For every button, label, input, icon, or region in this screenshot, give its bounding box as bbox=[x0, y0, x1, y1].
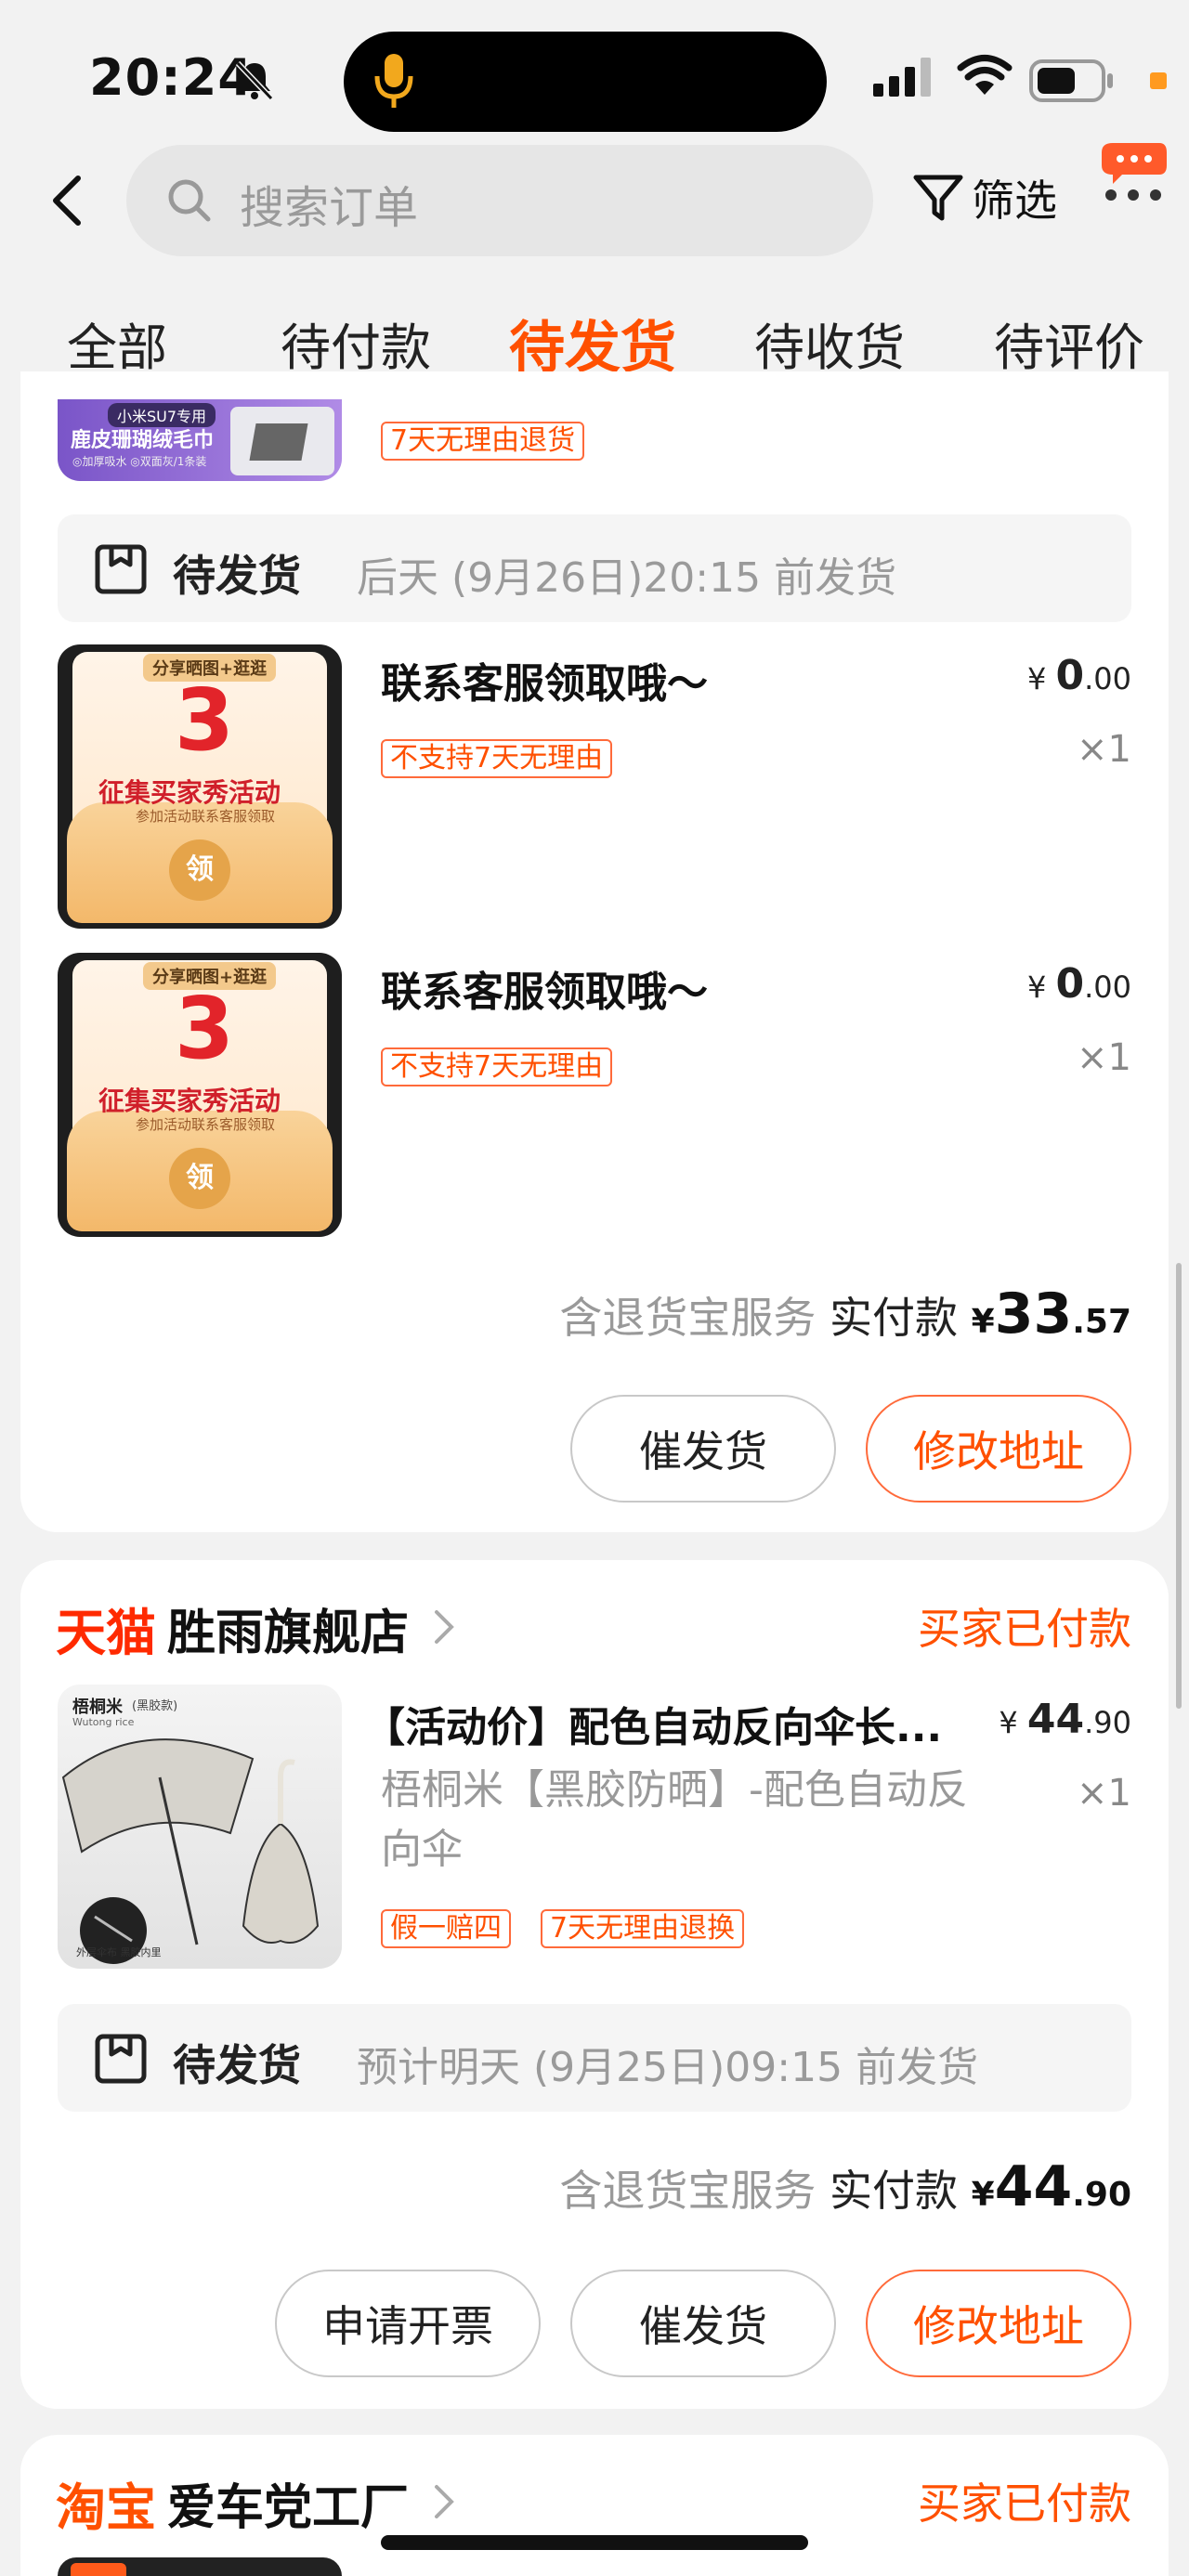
more-menu-icon[interactable] bbox=[1098, 139, 1169, 204]
coupon-number: 3 bbox=[175, 979, 235, 1078]
coupon-title: 征集买家秀活动 bbox=[98, 777, 281, 808]
no-return-tag: 不支持7天无理由 bbox=[381, 739, 613, 778]
shipping-status-row: 待发货 后天 (9月26日)20:15 前发货 bbox=[58, 514, 1131, 622]
coupon-title: 征集买家秀活动 bbox=[98, 1086, 281, 1116]
coupon-seal: 领 bbox=[169, 839, 230, 901]
tab-pending-review[interactable]: 待评价 bbox=[994, 306, 1144, 380]
thumb-variant: (黑胶款) bbox=[132, 1699, 178, 1713]
product-quantity: ×1 bbox=[1077, 728, 1131, 771]
privacy-indicator-dot bbox=[1150, 72, 1167, 89]
wifi-icon bbox=[957, 55, 1013, 95]
scrollbar[interactable] bbox=[1176, 1263, 1182, 1709]
product-name[interactable]: 联系客服领取哦～ bbox=[381, 958, 708, 1018]
product-price: ¥ 0.00 bbox=[1026, 652, 1131, 699]
shipping-deadline: 预计明天 (9月25日)09:15 前发货 bbox=[357, 2044, 979, 2091]
coupon-thumbnail[interactable]: 分享晒图+逛逛 3 征集买家秀活动 参加活动联系客服领取 领 bbox=[58, 953, 342, 1237]
service-note: 含退货宝服务 bbox=[559, 1293, 817, 1343]
chevron-right-icon[interactable] bbox=[433, 2483, 455, 2520]
order-card: 天猫 胜雨旗舰店 买家已付款 梧桐米 (黑胶款) Wutong rice 外层伞… bbox=[20, 1560, 1169, 2409]
search-input[interactable]: 搜索订单 bbox=[126, 145, 873, 256]
filter-label: 筛选 bbox=[972, 176, 1057, 226]
tab-all[interactable]: 全部 bbox=[67, 306, 167, 380]
total-decimal: .90 bbox=[1072, 2176, 1131, 2214]
order-total: 含退货宝服务 实付款 ¥44.90 bbox=[559, 2154, 1131, 2219]
shipping-status-title: 待发货 bbox=[173, 2040, 301, 2090]
coupon-thumbnail[interactable]: 分享晒图+逛逛 3 征集买家秀活动 参加活动联系客服领取 领 bbox=[58, 644, 342, 929]
order-card: 小米SU7专用 鹿皮珊瑚绒毛巾 ◎加厚吸水 ◎双面灰/1条装 7天无理由退货 待… bbox=[20, 371, 1169, 1532]
thumb-brand: 梧桐米 bbox=[72, 1698, 123, 1717]
microphone-icon bbox=[374, 54, 413, 108]
shop-name[interactable]: 爱车党工厂 bbox=[167, 2468, 409, 2538]
product-name[interactable]: 【活动价】配色自动反向伞长... bbox=[364, 1694, 1014, 1753]
cellular-signal-icon bbox=[873, 58, 931, 97]
package-box-icon bbox=[95, 544, 147, 594]
funnel-icon bbox=[913, 175, 963, 221]
back-arrow-icon[interactable] bbox=[48, 173, 85, 228]
return-policy-tag: 7天无理由退货 bbox=[381, 422, 585, 461]
order-card: 淘宝 爱车党工厂 买家已付款 bbox=[20, 2435, 1169, 2576]
product-thumbnail[interactable] bbox=[58, 2557, 342, 2576]
umbrella-thumbnail[interactable]: 梧桐米 (黑胶款) Wutong rice 外层伞布 黑胶内里 bbox=[58, 1685, 342, 1969]
tmall-logo[interactable]: 天猫 bbox=[56, 1592, 156, 1665]
order-status: 买家已付款 bbox=[918, 1604, 1131, 1654]
product-quantity: ×1 bbox=[1077, 1772, 1131, 1815]
coupon-subtitle: 参加活动联系客服领取 bbox=[136, 1116, 276, 1133]
shop-name[interactable]: 胜雨旗舰店 bbox=[167, 1594, 409, 1663]
total-integer: 44 bbox=[994, 2154, 1073, 2219]
battery-icon bbox=[1029, 59, 1113, 102]
product-thumbnail[interactable]: 小米SU7专用 鹿皮珊瑚绒毛巾 ◎加厚吸水 ◎双面灰/1条装 bbox=[58, 399, 342, 481]
umbrella-image bbox=[61, 1738, 320, 1964]
price-integer: 0 bbox=[1055, 960, 1085, 1008]
currency-symbol: ¥ bbox=[971, 1303, 995, 1341]
thumb-title: 鹿皮珊瑚绒毛巾 bbox=[71, 429, 215, 452]
mute-bell-icon bbox=[235, 60, 274, 101]
total-label: 实付款 bbox=[830, 2166, 959, 2216]
coupon-subtitle: 参加活动联系客服领取 bbox=[136, 808, 276, 825]
home-indicator[interactable] bbox=[381, 2535, 808, 2550]
package-box-icon bbox=[95, 2034, 147, 2084]
product-spec: 梧桐米【黑胶防晒】-配色自动反向伞 bbox=[381, 1766, 968, 1873]
service-note: 含退货宝服务 bbox=[559, 2166, 817, 2216]
total-integer: 33 bbox=[994, 1281, 1073, 1347]
tab-pending-payment[interactable]: 待付款 bbox=[281, 306, 431, 380]
thumb-subtitle: ◎加厚吸水 ◎双面灰/1条装 bbox=[72, 455, 207, 468]
price-decimal: .90 bbox=[1084, 1705, 1131, 1740]
price-decimal: .00 bbox=[1084, 969, 1131, 1005]
shipping-deadline: 后天 (9月26日)20:15 前发货 bbox=[357, 554, 897, 602]
order-total: 含退货宝服务 实付款 ¥33.57 bbox=[559, 1281, 1131, 1347]
return-policy-tag: 7天无理由退换 bbox=[541, 1909, 745, 1948]
no-return-tag: 不支持7天无理由 bbox=[381, 1047, 613, 1086]
product-price: ¥ 0.00 bbox=[1026, 960, 1131, 1008]
dynamic-island bbox=[344, 32, 827, 132]
order-status: 买家已付款 bbox=[918, 2478, 1131, 2529]
urge-shipment-button[interactable]: 催发货 bbox=[570, 1395, 836, 1503]
total-decimal: .57 bbox=[1072, 1303, 1131, 1341]
search-placeholder: 搜索订单 bbox=[240, 182, 419, 234]
chevron-right-icon[interactable] bbox=[433, 1608, 455, 1646]
product-name[interactable]: 联系客服领取哦～ bbox=[381, 650, 708, 709]
filter-button[interactable]: 筛选 bbox=[910, 167, 1057, 228]
status-time: 20:24 bbox=[89, 48, 254, 107]
coupon-number: 3 bbox=[175, 670, 235, 770]
shipping-status-row: 待发货 预计明天 (9月25日)09:15 前发货 bbox=[58, 2004, 1131, 2112]
change-address-button[interactable]: 修改地址 bbox=[866, 2270, 1131, 2377]
tab-pending-receipt[interactable]: 待收货 bbox=[754, 306, 905, 380]
total-label: 实付款 bbox=[830, 1293, 959, 1343]
price-integer: 44 bbox=[1026, 1696, 1085, 1743]
coupon-seal: 领 bbox=[169, 1148, 230, 1209]
guarantee-tag: 假一赔四 bbox=[381, 1909, 511, 1948]
search-icon bbox=[168, 179, 211, 222]
currency-symbol: ¥ bbox=[971, 2176, 995, 2214]
product-price: ¥ 44.90 bbox=[999, 1696, 1131, 1743]
towel-image bbox=[230, 407, 334, 475]
taobao-logo[interactable]: 淘宝 bbox=[56, 2466, 156, 2540]
product-quantity: ×1 bbox=[1077, 1036, 1131, 1079]
price-integer: 0 bbox=[1055, 652, 1085, 699]
price-decimal: .00 bbox=[1084, 661, 1131, 696]
urge-shipment-button[interactable]: 催发货 bbox=[570, 2270, 836, 2377]
thumb-caption: 外层伞布 黑胶内里 bbox=[76, 1946, 162, 1958]
change-address-button[interactable]: 修改地址 bbox=[866, 1395, 1131, 1503]
request-invoice-button[interactable]: 申请开票 bbox=[275, 2270, 541, 2377]
shipping-status-title: 待发货 bbox=[173, 551, 301, 601]
